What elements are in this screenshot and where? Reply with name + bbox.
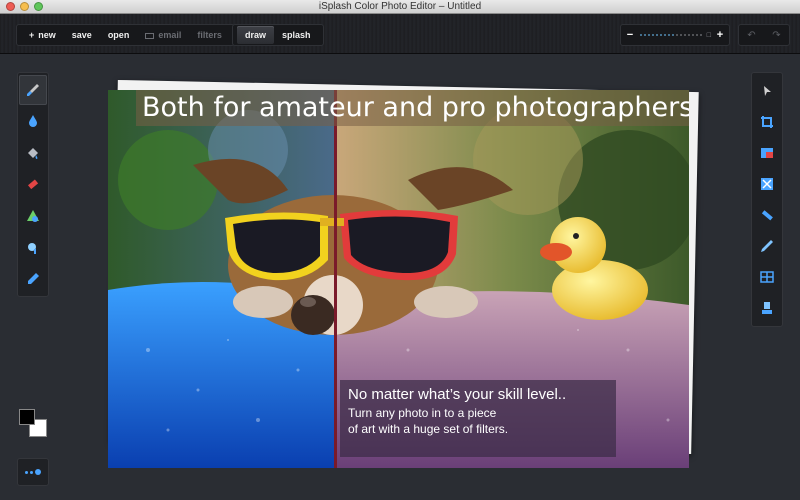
fit-icon[interactable]: □ xyxy=(707,32,711,39)
brush-icon xyxy=(27,83,39,96)
straighten-icon xyxy=(761,209,773,220)
photo-canvas[interactable]: Both for amateur and pro photographers! … xyxy=(108,90,689,468)
crop-icon xyxy=(761,115,773,128)
window-icon xyxy=(760,270,774,283)
new-button[interactable]: + new xyxy=(21,26,64,44)
splash-button[interactable]: splash xyxy=(274,26,319,44)
undo-redo-group: ↶ ↷ xyxy=(738,24,790,46)
zoom-slider-fill xyxy=(639,34,675,36)
picker-icon xyxy=(28,273,39,285)
save-button[interactable]: save xyxy=(64,26,100,44)
drop-icon xyxy=(29,115,37,128)
filters-button[interactable]: filters xyxy=(189,26,230,44)
zoom-out-button[interactable]: − xyxy=(625,29,635,41)
zoom-slider[interactable] xyxy=(639,34,703,36)
zoom-in-button[interactable]: + xyxy=(715,29,725,41)
info-line-2: of art with a huge set of filters. xyxy=(348,422,509,436)
minimize-button[interactable] xyxy=(20,2,29,11)
plus-icon: + xyxy=(29,30,35,40)
close-button[interactable] xyxy=(6,2,15,11)
select-icon xyxy=(764,85,771,96)
filter-tool-button[interactable] xyxy=(753,168,781,199)
mode-button-group: draw splash xyxy=(232,24,324,46)
eraser-icon xyxy=(28,179,39,189)
right-tool-panel xyxy=(751,72,783,327)
email-button-label: email xyxy=(158,30,182,40)
stamp-tool-button[interactable] xyxy=(753,292,781,323)
color-swatches[interactable] xyxy=(17,405,49,437)
redo-icon[interactable]: ↷ xyxy=(772,30,780,41)
draw-button[interactable]: draw xyxy=(237,26,275,44)
email-button[interactable]: email xyxy=(137,26,189,44)
size-dot-small xyxy=(25,470,28,474)
color-adjust-tool-button[interactable] xyxy=(753,137,781,168)
size-dot-large xyxy=(35,469,41,475)
info-caption-box: No matter what’s your skill level.. Turn… xyxy=(340,380,616,457)
window-controls xyxy=(6,2,43,11)
pen-tool-button[interactable] xyxy=(753,230,781,261)
open-button[interactable]: open xyxy=(100,26,138,44)
window-title: iSplash Color Photo Editor – Untitled xyxy=(318,1,482,12)
left-tool-panel xyxy=(17,72,49,297)
info-title: No matter what’s your skill level.. xyxy=(348,386,567,403)
envelope-icon xyxy=(145,32,155,39)
headline-banner: Both for amateur and pro photographers! xyxy=(136,90,689,126)
drop-tool-button[interactable] xyxy=(19,107,47,137)
toolbar: + new save open email filters draw splash… xyxy=(0,14,800,54)
window-tool-button[interactable] xyxy=(753,261,781,292)
filter-icon xyxy=(761,177,773,190)
brush-size-button[interactable] xyxy=(17,458,49,486)
stamp-icon xyxy=(762,301,772,314)
file-button-group: + new save open email filters xyxy=(16,24,235,46)
bucket-tool-button[interactable] xyxy=(19,138,47,168)
smudge-icon xyxy=(28,242,36,254)
brush-tool-button[interactable] xyxy=(19,75,47,105)
foreground-color-swatch[interactable] xyxy=(19,409,35,425)
undo-icon[interactable]: ↶ xyxy=(747,30,755,41)
bucket-icon xyxy=(28,147,38,159)
smudge-tool-button[interactable] xyxy=(19,233,47,263)
title-bar: iSplash Color Photo Editor – Untitled xyxy=(0,0,800,14)
zoom-button[interactable] xyxy=(34,2,43,11)
eraser-tool-button[interactable] xyxy=(19,170,47,200)
info-line-1: Turn any photo in to a piece xyxy=(348,406,497,420)
crop-tool-button[interactable] xyxy=(753,106,781,137)
shape-tool-button[interactable] xyxy=(19,201,47,231)
picker-tool-button[interactable] xyxy=(19,264,47,294)
select-tool-button[interactable] xyxy=(753,75,781,106)
canvas-area[interactable]: Both for amateur and pro photographers! … xyxy=(108,79,699,468)
shape-icon xyxy=(27,210,39,223)
straighten-tool-button[interactable] xyxy=(753,199,781,230)
pen-icon xyxy=(761,239,773,252)
zoom-control: − □ + xyxy=(620,24,730,46)
size-dot-small xyxy=(30,470,33,474)
color-adjust-icon xyxy=(761,147,773,158)
new-button-label: new xyxy=(38,30,56,40)
